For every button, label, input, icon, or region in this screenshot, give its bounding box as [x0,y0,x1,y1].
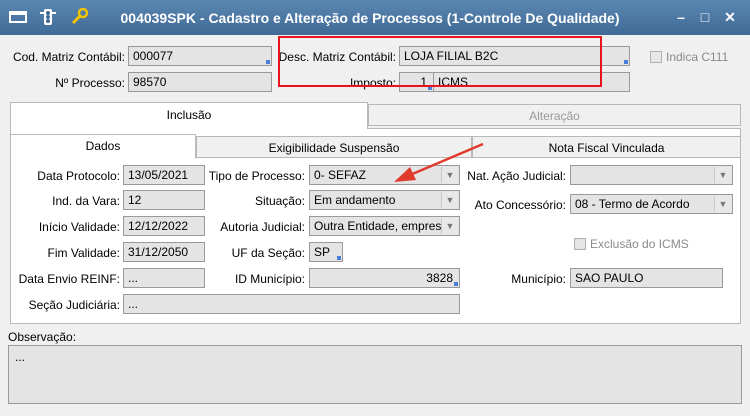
tipo-processo-label: Tipo de Processo: [208,169,305,183]
secao-judiciaria-label: Seção Judiciária: [28,298,120,312]
annotation-arrow [394,142,484,182]
chevron-down-icon[interactable]: ▼ [441,192,458,208]
exclusao-icms-label: Exclusão do ICMS [590,237,689,251]
secao-judiciaria-field[interactable]: ... [123,294,460,314]
data-protocolo-field[interactable]: 13/05/2021 [123,165,205,185]
cod-matriz-label: Cod. Matriz Contábil: [12,50,125,64]
chevron-down-icon[interactable]: ▼ [714,196,731,212]
municipio-field[interactable]: SAO PAULO [570,268,723,288]
tab-dados[interactable]: Dados [10,134,196,159]
autoria-value: Outra Entidade, empres [314,219,442,233]
system-menu-icon[interactable] [8,8,28,26]
autoria-label: Autoria Judicial: [220,220,305,234]
lookup-icon [337,256,341,260]
data-envio-label: Data Envio REINF: [18,272,120,286]
situacao-label: Situação: [254,194,305,208]
chevron-down-icon[interactable]: ▼ [714,167,731,183]
ato-select[interactable]: 08 - Termo de Acordo ▼ [570,194,733,214]
tipo-processo-value: 0- SEFAZ [314,168,367,182]
id-municipio-field[interactable]: 3828 [309,268,460,288]
data-protocolo-label: Data Protocolo: [37,169,120,183]
close-button[interactable]: ✕ [719,8,741,26]
data-envio-field[interactable]: ... [123,268,205,288]
processo-label: Nº Processo: [55,76,125,90]
title-bar: 004039SPK - Cadastro e Alteração de Proc… [0,0,750,35]
maximize-button[interactable]: □ [694,8,716,26]
window: 004039SPK - Cadastro e Alteração de Proc… [0,0,750,416]
traffic-light-icon[interactable] [38,8,58,26]
minimize-button[interactable]: – [670,8,692,26]
chevron-down-icon[interactable]: ▼ [441,218,458,234]
inicio-validade-label: Início Validade: [38,220,120,234]
exclusao-icms-checkbox[interactable] [574,238,586,250]
fim-validade-field[interactable]: 31/12/2050 [123,242,205,262]
tab-nota-fiscal[interactable]: Nota Fiscal Vinculada [472,136,741,158]
window-title: 004039SPK - Cadastro e Alteração de Proc… [120,10,620,26]
tab-alteracao[interactable]: Alteração [368,104,741,126]
indica-c111-label: Indica C111 [666,50,729,64]
processo-field[interactable]: 98570 [128,72,272,92]
lookup-icon [266,60,270,64]
uf-label: UF da Seção: [231,246,305,260]
tab-inclusao[interactable]: Inclusão [10,102,368,129]
nat-acao-select[interactable]: ▼ [570,165,733,185]
observacao-label: Observação: [8,330,77,344]
id-municipio-label: ID Município: [234,272,305,286]
ind-vara-label: Ind. da Vara: [52,194,120,208]
cod-matriz-field[interactable]: 000077 [128,46,272,66]
autoria-select[interactable]: Outra Entidade, empres ▼ [309,216,460,236]
ato-label: Ato Concessório: [474,198,566,212]
uf-value: SP [314,245,331,259]
ind-vara-field[interactable]: 12 [123,190,205,210]
inicio-validade-field[interactable]: 12/12/2022 [123,216,205,236]
wrench-icon[interactable] [70,8,90,26]
uf-field[interactable]: SP [309,242,343,262]
highlight-box [278,36,602,87]
id-municipio-value: 3828 [426,271,453,285]
ato-value: 08 - Termo de Acordo [575,197,690,211]
municipio-label: Município: [511,272,566,286]
indica-c111-checkbox[interactable] [650,51,662,63]
situacao-value: Em andamento [314,193,396,207]
lookup-icon [624,60,628,64]
observacao-textarea[interactable]: ... [8,345,742,404]
lookup-icon [454,282,458,286]
situacao-select[interactable]: Em andamento ▼ [309,190,460,210]
fim-validade-label: Fim Validade: [47,246,120,260]
cod-matriz-value: 000077 [133,49,174,63]
